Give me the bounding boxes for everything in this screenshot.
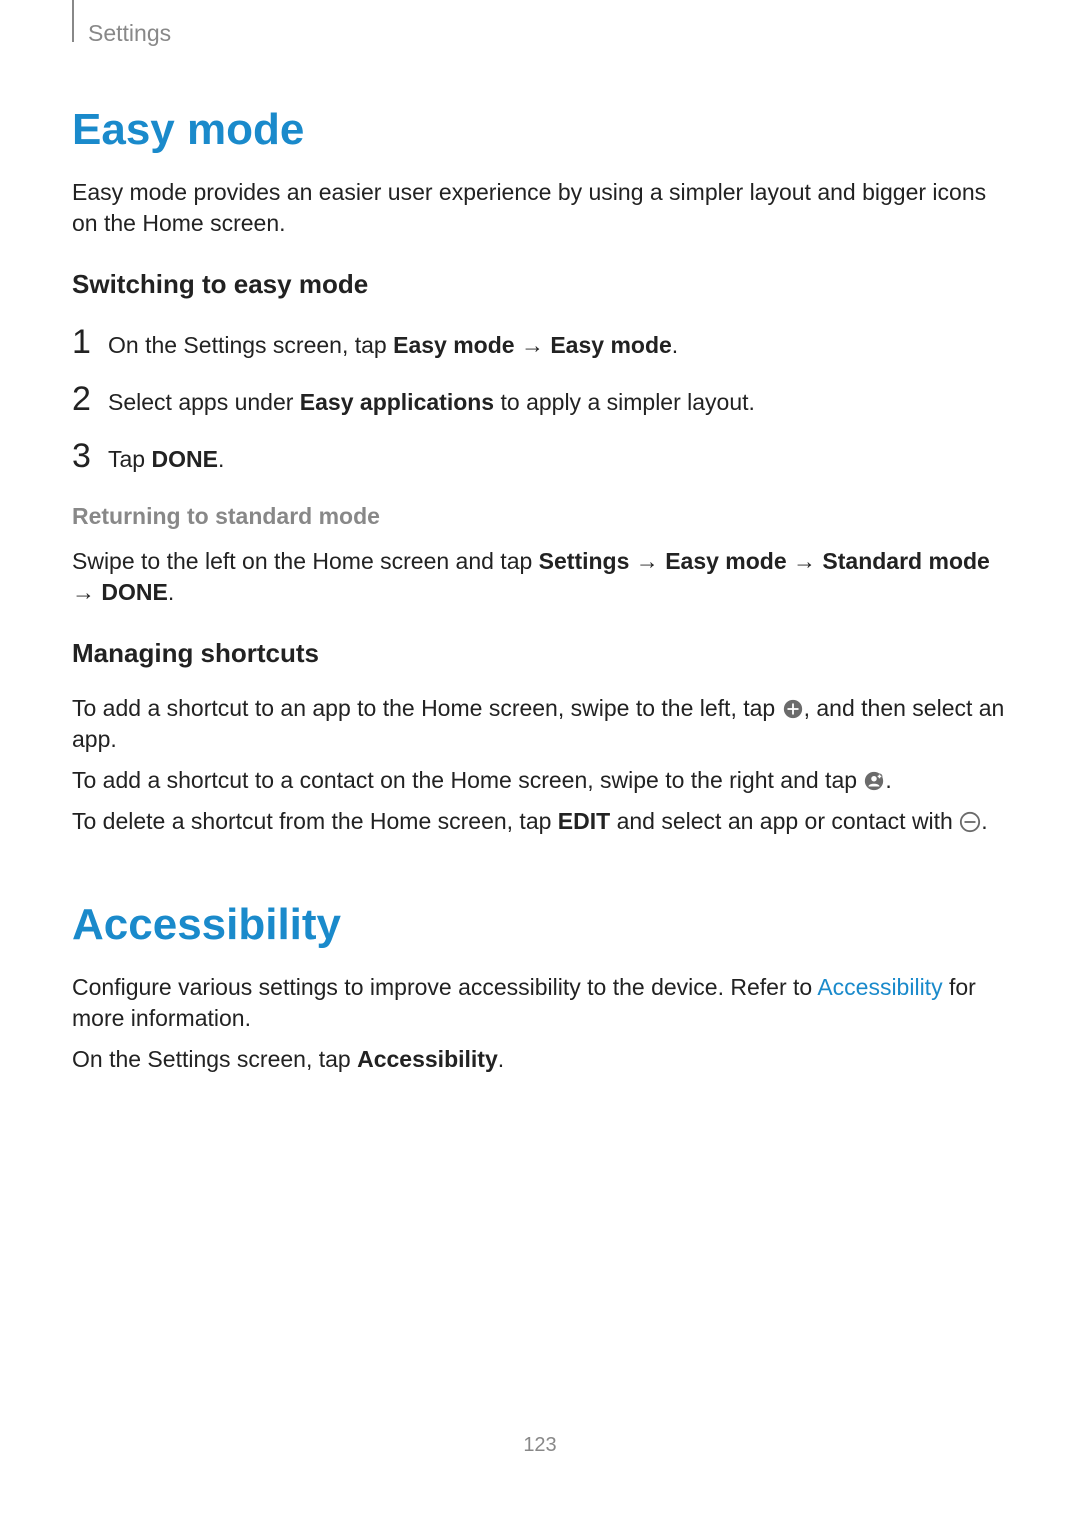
bold-text: Settings [539, 548, 630, 574]
breadcrumb-wrap: Settings [72, 18, 1008, 47]
managing-p1: To add a shortcut to an app to the Home … [72, 693, 1008, 755]
accessibility-link[interactable]: Accessibility [817, 974, 942, 1000]
accessibility-p1: Configure various settings to improve ac… [72, 972, 1008, 1034]
text-fragment: . [218, 446, 224, 472]
text-fragment: On the Settings screen, tap [72, 1046, 357, 1072]
text-fragment: . [498, 1046, 504, 1072]
bold-text: Easy mode [665, 548, 786, 574]
heading-switching: Switching to easy mode [72, 269, 1008, 300]
easy-mode-intro: Easy mode provides an easier user experi… [72, 177, 1008, 239]
minus-circle-icon [959, 810, 981, 832]
text-fragment: Swipe to the left on the Home screen and… [72, 548, 539, 574]
arrow: → [787, 548, 823, 574]
text-fragment: On the Settings screen, tap [108, 332, 393, 358]
arrow: → [515, 332, 551, 358]
text-fragment: and select an app or contact with [610, 808, 959, 834]
step-text: Select apps under Easy applications to a… [108, 381, 755, 418]
step-text: Tap DONE. [108, 438, 224, 475]
arrow: → [72, 579, 101, 605]
text-fragment: to apply a simpler layout. [494, 389, 755, 415]
heading-returning: Returning to standard mode [72, 503, 1008, 530]
section-accessibility: Accessibility Configure various settings… [72, 900, 1008, 1075]
bold-text: DONE [151, 446, 217, 472]
step-number: 3 [72, 439, 108, 473]
text-fragment: Tap [108, 446, 151, 472]
text-fragment: Configure various settings to improve ac… [72, 974, 817, 1000]
step-number: 2 [72, 382, 108, 416]
bold-text: Accessibility [357, 1046, 498, 1072]
text-fragment: Select apps under [108, 389, 300, 415]
arrow: → [629, 548, 665, 574]
text-fragment: . [885, 767, 891, 793]
step-3: 3 Tap DONE. [72, 438, 1008, 475]
plus-circle-icon [782, 697, 804, 719]
text-fragment: To add a shortcut to an app to the Home … [72, 695, 782, 721]
accessibility-p2: On the Settings screen, tap Accessibilit… [72, 1044, 1008, 1075]
managing-p2: To add a shortcut to a contact on the Ho… [72, 765, 1008, 796]
step-2: 2 Select apps under Easy applications to… [72, 381, 1008, 418]
bold-text: DONE [101, 579, 167, 605]
bold-text: Easy applications [300, 389, 494, 415]
breadcrumb-tick [72, 0, 74, 42]
heading-managing-shortcuts: Managing shortcuts [72, 638, 1008, 669]
text-fragment: . [168, 579, 174, 605]
breadcrumb: Settings [88, 20, 171, 47]
heading-easy-mode: Easy mode [72, 105, 1008, 155]
bold-text: Standard mode [822, 548, 989, 574]
step-text: On the Settings screen, tap Easy mode → … [108, 324, 678, 361]
bold-text: Easy mode [393, 332, 514, 358]
returning-text: Swipe to the left on the Home screen and… [72, 546, 1008, 608]
text-fragment: . [981, 808, 987, 834]
document-page: Settings Easy mode Easy mode provides an… [0, 0, 1080, 1075]
page-number: 123 [0, 1434, 1080, 1457]
add-contact-icon [863, 769, 885, 791]
step-number: 1 [72, 325, 108, 359]
step-1: 1 On the Settings screen, tap Easy mode … [72, 324, 1008, 361]
text-fragment: To add a shortcut to a contact on the Ho… [72, 767, 863, 793]
section-easy-mode: Easy mode Easy mode provides an easier u… [72, 105, 1008, 838]
managing-p3: To delete a shortcut from the Home scree… [72, 806, 1008, 837]
bold-text: Easy mode [550, 332, 671, 358]
heading-accessibility: Accessibility [72, 900, 1008, 950]
text-fragment: To delete a shortcut from the Home scree… [72, 808, 558, 834]
switching-steps: 1 On the Settings screen, tap Easy mode … [72, 324, 1008, 475]
bold-text: EDIT [558, 808, 610, 834]
text-fragment: . [672, 332, 678, 358]
